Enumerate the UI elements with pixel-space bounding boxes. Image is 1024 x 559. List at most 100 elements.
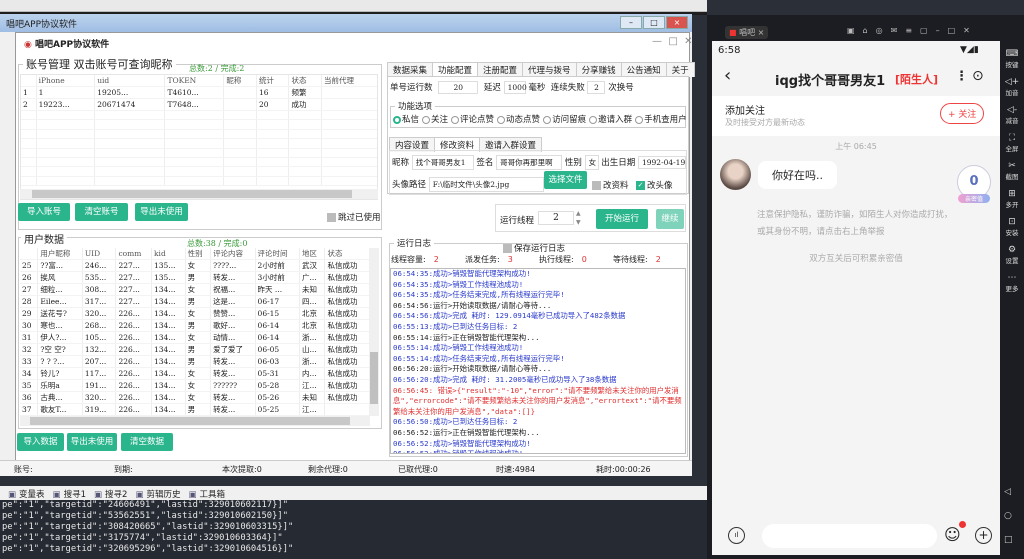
panel-tab[interactable]: 剪辑历史 [146,490,180,500]
table-row[interactable]: 28 Eilee... 317... 227... 134... 男这是... 06-17 四… [20,295,370,308]
more-icon[interactable]: ⋮ [955,69,968,84]
sidebar-button[interactable]: ⚙ 设置 [1000,245,1024,265]
emoji-icon[interactable]: ☺ [944,525,961,544]
nick-input[interactable]: 找个哥哥男友1 [411,155,474,170]
column-header[interactable]: comm [115,248,152,260]
emulator-tab[interactable]: ■ 唱吧 × [725,26,769,39]
column-header[interactable] [20,248,39,260]
save-log-checkbox[interactable]: 保存运行日志 [503,242,565,254]
voice-icon[interactable]: ıl [728,527,745,544]
table-row[interactable]: 34 铃儿? 117... 226... 134... 女转发... 05-31 内... 私信… [20,367,370,380]
tab-2[interactable]: 注册配置 [477,62,524,77]
log-output[interactable]: 06:54:35:成功>销毁智能代理架构成功! 06:54:35:成功>销毁工作线… [390,268,686,454]
column-header[interactable] [21,75,37,87]
column-header[interactable]: 当前代理 [321,75,377,87]
account-table[interactable]: iPhone uid TOKEN 昵称 统计 状态 当前代理 1 1 19205... T4610.… [20,74,378,200]
column-header[interactable]: 评论时间 [255,248,301,260]
output-console[interactable]: pe":"1","targetid":"24606491","lastid":3… [0,500,707,559]
tab-3[interactable]: 代理与拨号 [522,62,577,77]
column-header[interactable]: 评论内容 [210,248,256,260]
clear-data-button[interactable]: 清空数据 [121,433,173,451]
recent-nav-icon[interactable]: □ [1004,528,1013,552]
column-header[interactable]: uid [94,75,166,87]
edit-info-checkbox[interactable]: 改资料 [592,179,629,191]
gender-input[interactable]: 女 [584,155,599,170]
sidebar-button[interactable]: ⛶ 全屏 [1000,133,1024,153]
sidebar-button[interactable]: ⊡ 安装 [1000,217,1024,237]
message-input[interactable] [762,524,937,548]
continue-button[interactable]: 继续 [656,209,684,229]
sidebar-button[interactable]: ◁+ 加音 [1000,77,1024,97]
sidebar-button[interactable]: ⌨ 按键 [1000,49,1024,69]
function-option-radio[interactable]: 邀请入群 [586,115,632,125]
sidebar-button[interactable]: ◁- 减音 [1000,105,1024,125]
skip-used-checkbox[interactable]: 跳过已使用 [327,211,381,223]
birth-input[interactable]: 1992-04-19 [637,156,686,169]
column-header[interactable]: iPhone [36,75,96,87]
sidebar-button[interactable]: ✂ 截图 [1000,161,1024,181]
table-row[interactable]: 31 伊人?... 105... 226... 134... 女动情... 06-14 浙..… [20,331,370,344]
sidebar-button[interactable]: ⋯ 更多 [1000,273,1024,293]
function-option-radio[interactable]: 评论点赞 [448,115,494,125]
table-row[interactable]: 35 乐明a 191... 226... 134... 女?????? 05-28 江... 私… [20,379,370,392]
sign-input[interactable]: 哥哥你再那里啊 [496,155,563,170]
table-row[interactable]: 32 ?空 空? 132... 226... 134... 男爱了爱了 06-05 山... 私… [20,343,370,356]
users-vscrollbar[interactable] [369,248,379,416]
import-accounts-button[interactable]: 导入账号 [18,203,70,221]
column-header[interactable]: 状态 [324,248,370,260]
fail-input[interactable]: 2 [587,81,606,94]
table-row[interactable]: 27 细粒... 308... 227... 134... 女祝福... 昨天 ... 未知私… [20,283,370,296]
panel-tab[interactable]: 变量表 [19,490,45,500]
users-table[interactable]: 用户昵称 UID comm kid 性别 评论内容 评论时间 地区 状态 25 ??富... 246.… [20,248,370,416]
column-header[interactable]: UID [82,248,117,260]
minimize-button[interactable]: – [620,16,642,29]
tab-0[interactable]: 数据采集 [387,62,434,77]
tab-1[interactable]: 功能配置 [432,62,479,77]
column-header[interactable]: kid [151,248,186,260]
table-row[interactable]: 26 挨风 535... 227... 135... 男转发... 3小时前 广... 私信成功 [20,271,370,284]
function-option-radio[interactable]: 手机查用户 [632,115,687,125]
export-unused-accounts-button[interactable]: 导出未使用 [135,203,188,221]
clear-accounts-button[interactable]: 清空账号 [75,203,128,221]
message-bubble[interactable]: 你好在吗.. [758,161,837,189]
panel-tab[interactable]: 搜寻1 [64,490,86,500]
function-option-radio[interactable]: 访问留痕 [540,115,586,125]
column-header[interactable]: 地区 [299,248,326,260]
tab-4[interactable]: 分享赚钱 [575,62,622,77]
column-header[interactable]: TOKEN [164,75,225,87]
function-option-radio[interactable]: 关注 [419,115,448,125]
threads-spinner[interactable]: 2 [538,211,574,225]
emulator-controls[interactable]: ▣⌂◎✉≡▢–□✕ [847,26,978,35]
home-nav-icon[interactable]: ○ [1004,504,1013,528]
avatar[interactable] [720,159,751,190]
tab-5[interactable]: 公告通知 [620,62,667,77]
table-row[interactable]: 29 送花号? 320... 226... 134... 女赞赞... 06-15 北京 私信成… [20,307,370,320]
column-header[interactable]: 昵称 [223,75,257,87]
spinner-arrows-icon[interactable]: ▲ ▼ [576,209,581,227]
edit-avatar-checkbox[interactable]: ✓ 改头像 [636,179,673,191]
import-data-button[interactable]: 导入数据 [17,433,64,451]
account-hscrollbar[interactable] [20,189,378,199]
choose-file-button[interactable]: 选择文件 [544,171,587,189]
back-nav-icon[interactable]: ◁ [1004,480,1013,504]
table-row[interactable]: 30 寒也... 268... 226... 134... 男歌好... 06-14 北京 私信… [20,319,370,332]
tab-6[interactable]: 关于 [665,62,695,77]
export-unused-data-button[interactable]: 导出未使用 [67,433,117,451]
delay-input[interactable]: 1000 [503,81,527,94]
table-row[interactable]: 1 1 19205... T4610... 16 频繁 [21,86,377,99]
table-row[interactable]: 36 古典... 320... 226... 134... 女转发... 05-26 未知 私信… [20,391,370,404]
table-row[interactable]: 2 19223... 20671474 T7648... 20 成功 [21,98,377,111]
start-run-button[interactable]: 开始运行 [596,209,648,229]
back-icon[interactable]: ‹ [724,65,731,86]
function-option-radio[interactable]: 动态点赞 [494,115,540,125]
follow-button[interactable]: + 关注 [940,103,985,124]
column-header[interactable]: 状态 [288,75,322,87]
table-row[interactable]: 33? ? ?... 207... 226... 134... 男转发... 06-03 浙… [20,355,370,368]
column-header[interactable]: 统计 [256,75,290,87]
table-row[interactable]: 25 ??富... 246... 227... 135... 女????... 2小时前 武汉… [20,259,370,272]
plus-icon[interactable]: + [975,527,992,544]
sidebar-button[interactable]: ⊞ 多开 [1000,189,1024,209]
users-hscrollbar[interactable] [20,416,370,426]
panel-tab[interactable]: 搜寻2 [105,490,127,500]
close-button[interactable]: × [666,16,688,29]
